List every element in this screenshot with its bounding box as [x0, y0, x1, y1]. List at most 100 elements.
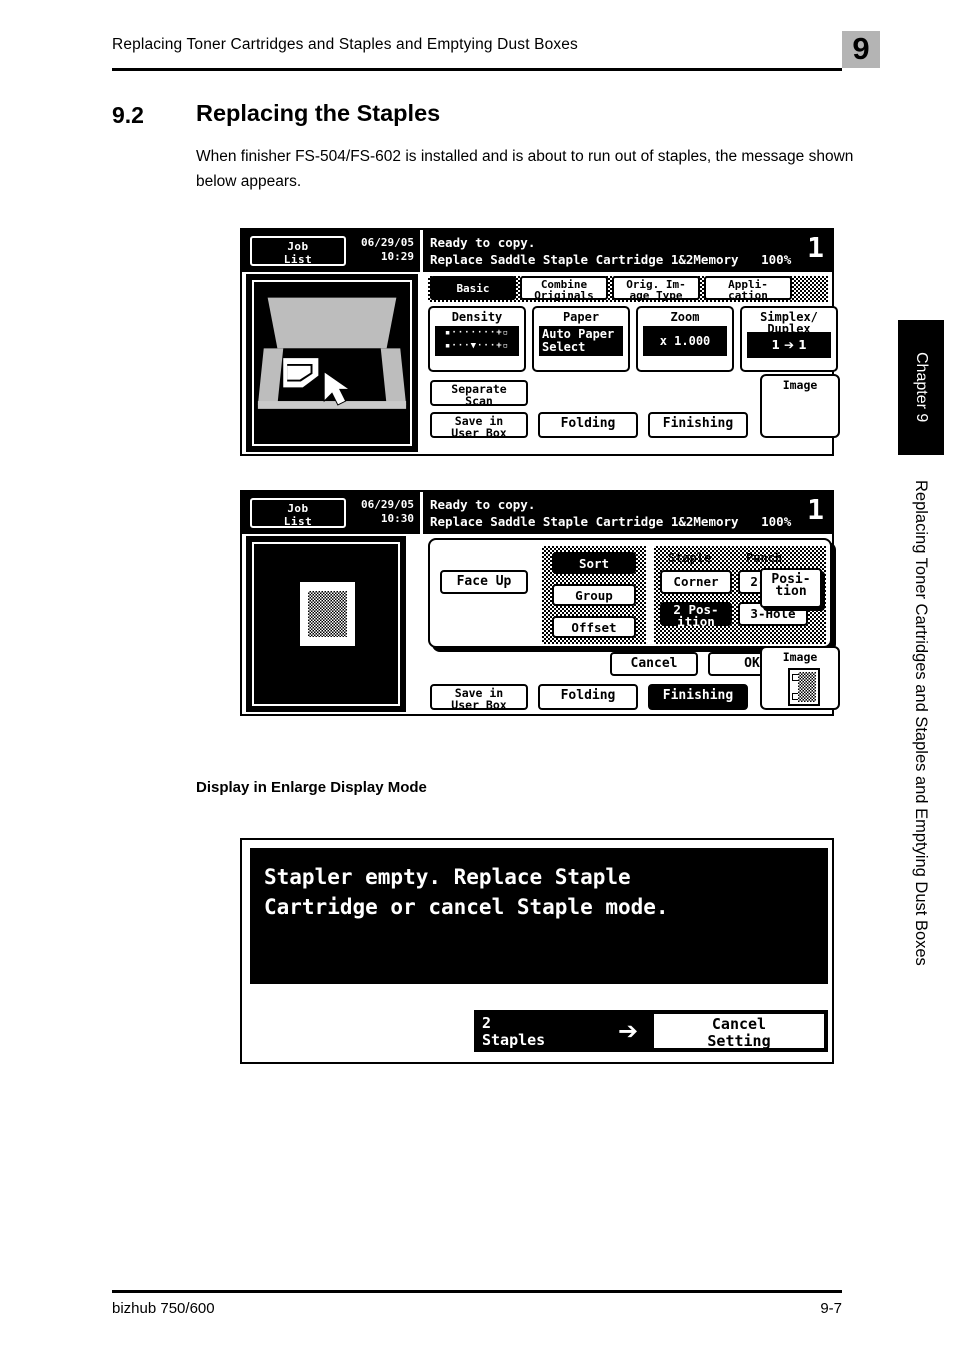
- enlarge-display-caption: Display in Enlarge Display Mode: [196, 779, 427, 796]
- lcd2-work-area: Face Up Sort Group Offset Staple Punch C…: [424, 534, 840, 712]
- group-button[interactable]: Group: [552, 584, 636, 606]
- date-text-2: 06/29/05: [361, 498, 414, 511]
- header-rule: [112, 68, 842, 71]
- density-button[interactable]: Density ▪·······+▫ ▪···▼···+▫: [428, 306, 526, 372]
- image-thumbnail-fill: [798, 672, 816, 702]
- status-divider: [420, 230, 423, 272]
- simplex-duplex-button[interactable]: Simplex/ Duplex 1 ➔ 1: [740, 306, 838, 372]
- staple-corner-label: Corner: [673, 574, 719, 589]
- page-title: Replacing the Staples: [196, 100, 441, 126]
- sort-button[interactable]: Sort: [552, 552, 636, 574]
- finishing-dialog: Face Up Sort Group Offset Staple Punch C…: [428, 538, 832, 648]
- image-preview-label-2: Image: [782, 650, 818, 664]
- image-preview-box: Image: [760, 374, 840, 438]
- staples-count-line1: 2: [482, 1014, 492, 1032]
- density-row-2: ▪···▼···+▫: [444, 341, 510, 351]
- enlarge-action-bar: 2 Staples ➔ Cancel Setting: [474, 1010, 828, 1052]
- finishing-button[interactable]: Finishing: [648, 412, 748, 438]
- copy-count-2: 1: [807, 493, 824, 526]
- position-button[interactable]: Posi- tion: [760, 568, 822, 608]
- image-preview-label: Image: [782, 378, 818, 392]
- tab-combine-originals[interactable]: Combine Originals: [520, 276, 608, 302]
- enlarge-display-panel: Stapler empty. Replace Staple Cartridge …: [240, 838, 834, 1064]
- group-label: Group: [575, 588, 613, 603]
- footer-rule: [112, 1290, 842, 1293]
- status-message-2-line1: Ready to copy.: [430, 497, 536, 512]
- tab-orig-image-type[interactable]: Orig. Im- age Type: [612, 276, 700, 301]
- enlarge-message-area: Stapler empty. Replace Staple Cartridge …: [250, 848, 828, 984]
- date-time-display: 06/29/05 10:29: [352, 236, 414, 264]
- folding-label: Folding: [560, 416, 616, 431]
- status-message: Ready to copy. Replace Saddle Staple Car…: [430, 234, 791, 268]
- save-box-line2: User Box: [451, 426, 507, 440]
- cancel-setting-button[interactable]: Cancel Setting: [654, 1014, 824, 1050]
- running-header: Replacing Toner Cartridges and Staples a…: [112, 36, 842, 66]
- arrow-right-icon: ➔: [618, 1017, 639, 1045]
- tab-combine-line2: Originals: [534, 289, 594, 302]
- save-in-user-box-button[interactable]: Save in User Box: [430, 412, 528, 440]
- separate-scan-button[interactable]: Separate Scan: [430, 380, 528, 408]
- tab-strip: Basic Combine Originals Orig. Im- age Ty…: [428, 276, 828, 302]
- face-up-button[interactable]: Face Up: [440, 570, 528, 594]
- side-running-title: Replacing Toner Cartridges and Staples a…: [912, 480, 930, 966]
- enlarge-message-line2: Cartridge or cancel Staple mode.: [264, 895, 669, 919]
- date-time-display-2: 06/29/05 10:30: [352, 498, 414, 526]
- copy-count: 1: [807, 231, 824, 264]
- separate-scan-line2: Scan: [465, 394, 493, 408]
- enlarge-message-line1: Stapler empty. Replace Staple: [264, 865, 631, 889]
- section-number: 9.2: [112, 102, 144, 128]
- footer-product: bizhub 750/600: [112, 1300, 215, 1317]
- folding-button-2[interactable]: Folding: [538, 684, 638, 710]
- staple-mark-top-icon: [792, 674, 798, 681]
- staple-corner-button[interactable]: Corner: [660, 570, 732, 594]
- cancel-button[interactable]: Cancel: [610, 652, 698, 676]
- image-preview-box-2: Image: [760, 646, 840, 710]
- folding-label-2: Folding: [560, 688, 616, 703]
- tab-basic-label: Basic: [456, 282, 490, 295]
- chapter-tab-label: Chapter 9: [913, 352, 930, 423]
- paper-sheet-fill: [307, 591, 348, 638]
- status-message-2: Ready to copy. Replace Saddle Staple Car…: [430, 496, 791, 530]
- density-row-1: ▪·······+▫: [444, 328, 510, 338]
- running-header-title: Replacing Toner Cartridges and Staples a…: [112, 36, 578, 53]
- job-list-button[interactable]: Job List: [250, 236, 346, 266]
- status-divider-2: [420, 492, 423, 534]
- paper-value-line2: Select: [542, 340, 586, 354]
- output-illustration-pane: [246, 536, 406, 712]
- density-slider-area[interactable]: ▪·······+▫ ▪···▼···+▫: [435, 326, 519, 356]
- document-page: Replacing Toner Cartridges and Staples a…: [0, 0, 954, 1352]
- illustration-frame-2: [252, 542, 400, 706]
- tab-basic[interactable]: Basic: [430, 276, 516, 300]
- job-list-button-2[interactable]: Job List: [250, 498, 346, 528]
- folding-button[interactable]: Folding: [538, 412, 638, 438]
- simplex-duplex-value: 1 ➔ 1: [747, 332, 831, 358]
- status-message-line1: Ready to copy.: [430, 235, 536, 250]
- tab-application[interactable]: Appli- cation: [704, 276, 792, 301]
- density-title: Density: [451, 310, 503, 324]
- zoom-button[interactable]: Zoom x 1.000: [636, 306, 734, 372]
- job-list-2-line2: List: [283, 515, 313, 528]
- paper-value-line1: Auto Paper: [542, 327, 615, 341]
- intro-paragraph: When finisher FS-504/FS-602 is installed…: [196, 148, 854, 190]
- job-list-line2: List: [283, 253, 313, 266]
- status-message-line2: Replace Saddle Staple Cartridge 1&2Memor…: [430, 252, 792, 267]
- offset-button[interactable]: Offset: [552, 616, 636, 638]
- staples-count-line2: Staples: [482, 1031, 546, 1049]
- cancel-setting-line1: Cancel: [711, 1015, 767, 1033]
- finishing-label-2: Finishing: [662, 688, 734, 703]
- paper-value: Auto Paper Select: [539, 326, 623, 356]
- footer-page-number: 9-7: [820, 1300, 842, 1317]
- time-text-2: 10:30: [380, 512, 414, 525]
- time-text: 10:29: [380, 250, 414, 263]
- lcd1-status-bar: Job List 06/29/05 10:29 Ready to copy. R…: [242, 230, 832, 272]
- staple-2-position-button[interactable]: 2 Pos- ition: [660, 602, 732, 628]
- cancel-label: Cancel: [630, 656, 678, 671]
- paper-title: Paper: [562, 310, 600, 324]
- finishing-label: Finishing: [662, 416, 734, 431]
- paper-sheet-icon: [300, 582, 355, 647]
- save-in-user-box-button-2[interactable]: Save in User Box: [430, 684, 528, 711]
- finishing-button-2[interactable]: Finishing: [648, 684, 748, 710]
- lcd2-status-bar: Job List 06/29/05 10:30 Ready to copy. R…: [242, 492, 832, 534]
- paper-button[interactable]: Paper Auto Paper Select: [532, 306, 630, 372]
- staples-count-label: 2 Staples: [482, 1015, 545, 1049]
